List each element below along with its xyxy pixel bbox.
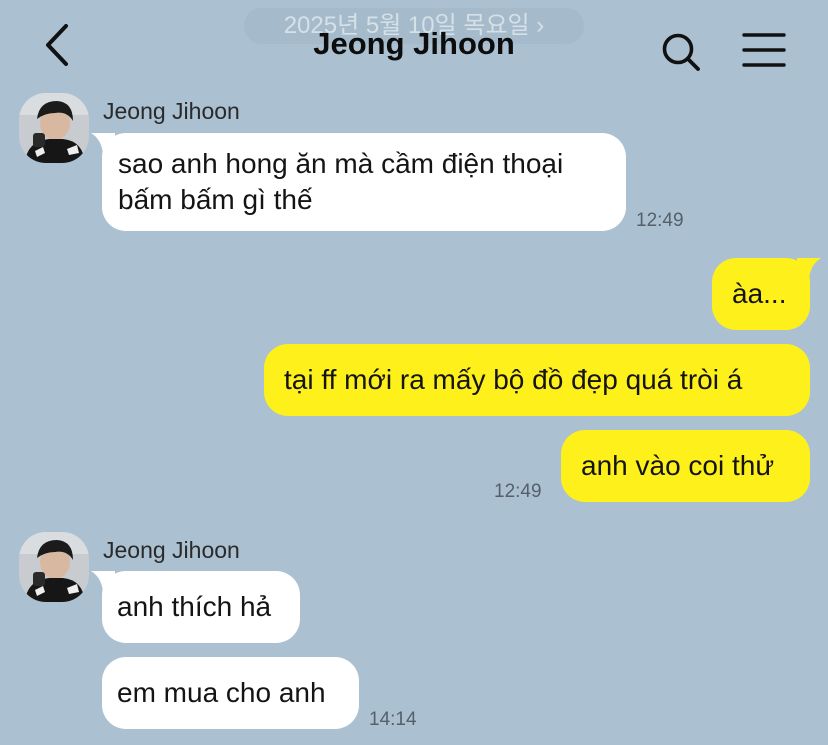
message-timestamp: 12:49 xyxy=(494,481,542,502)
bubble-tail xyxy=(91,571,115,591)
message-text: em mua cho anh xyxy=(117,677,326,708)
message-text: anh thích hả xyxy=(117,591,272,622)
message-text: anh vào coi thử xyxy=(581,450,775,481)
sender-name: Jeong Jihoon xyxy=(103,98,240,124)
message-text: bấm bấm gì thế xyxy=(118,184,313,215)
bubble-tail xyxy=(797,258,821,278)
outgoing-message-bubble[interactable]: àa... xyxy=(712,258,821,330)
outgoing-message-bubble[interactable]: tại ff mới ra mấy bộ đồ đẹp quá tròi á xyxy=(264,344,810,416)
back-button[interactable] xyxy=(32,20,84,70)
chevron-left-icon xyxy=(46,24,68,66)
menu-button[interactable] xyxy=(736,28,792,74)
message-text: àa... xyxy=(732,278,787,309)
sender-name: Jeong Jihoon xyxy=(103,537,240,563)
message-text: sao anh hong ăn mà cầm điện thoại xyxy=(118,148,564,179)
message-text: tại ff mới ra mấy bộ đồ đẹp quá tròi á xyxy=(284,364,743,395)
date-banner[interactable]: 2025년 5월 10일 목요일 › xyxy=(244,8,584,44)
avatar-image xyxy=(19,93,89,163)
message-timestamp: 12:49 xyxy=(636,210,684,231)
search-icon xyxy=(662,33,700,71)
search-button[interactable] xyxy=(654,28,706,78)
hamburger-menu-icon xyxy=(742,33,786,67)
outgoing-message-bubble[interactable]: anh vào coi thử xyxy=(561,430,810,502)
avatar[interactable] xyxy=(19,532,89,602)
chat-header: 2025년 5월 10일 목요일 › Jeong Jihoon xyxy=(0,0,828,92)
avatar[interactable] xyxy=(19,93,89,163)
bubble-tail xyxy=(91,133,115,153)
incoming-message-bubble[interactable]: sao anh hong ăn mà cầm điện thoại bấm bấ… xyxy=(91,133,626,231)
incoming-message-bubble[interactable]: em mua cho anh xyxy=(102,657,359,729)
message-timestamp: 14:14 xyxy=(369,709,417,730)
avatar-image xyxy=(19,532,89,602)
incoming-message-bubble[interactable]: anh thích hả xyxy=(91,571,300,643)
